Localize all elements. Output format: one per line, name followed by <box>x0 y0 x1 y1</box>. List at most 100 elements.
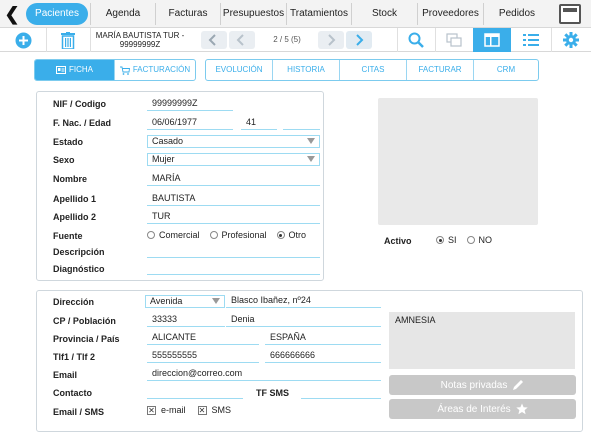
tab-facturar[interactable]: FACTURAR <box>407 60 474 80</box>
list-view-button[interactable] <box>511 28 551 52</box>
email-field[interactable]: direccion@correo.com <box>147 367 381 381</box>
record-name-line1: MARÍA BAUTISTA TUR - <box>95 31 185 40</box>
birthdate-field[interactable]: 06/06/1977 <box>147 116 233 130</box>
pencil-icon <box>513 380 524 390</box>
record-name: MARÍA BAUTISTA TUR - 99999999Z <box>90 31 190 49</box>
tab-stock[interactable]: Stock <box>352 3 418 25</box>
tab-pedidos[interactable]: Pedidos <box>484 3 550 25</box>
activo-radio-no[interactable] <box>466 236 475 244</box>
tlf2-field[interactable]: 666666666 <box>265 349 381 363</box>
fuente-option-comercial: Comercial <box>159 230 200 240</box>
tab-historia[interactable]: HISTORIA <box>273 60 340 80</box>
tab-crm[interactable]: CRM <box>474 60 538 80</box>
fuente-radio-profesional[interactable] <box>209 231 218 239</box>
fuente-radio-otro[interactable] <box>276 231 285 239</box>
settings-button[interactable] <box>551 28 591 52</box>
age-extra-field[interactable] <box>283 116 320 130</box>
private-notes-button[interactable]: Notas privadas <box>389 375 576 395</box>
last-record-button[interactable] <box>346 31 372 49</box>
apellido1-field[interactable]: BAUTISTA <box>147 192 320 206</box>
patient-photo[interactable] <box>378 98 538 225</box>
contacto-label: Contacto <box>53 388 92 398</box>
first-record-button[interactable] <box>201 31 227 49</box>
private-notes-label: Notas privadas <box>440 379 508 391</box>
provincia-label: Provincia / País <box>53 334 120 344</box>
tfsms-field[interactable] <box>301 385 381 399</box>
sexo-label: Sexo <box>53 155 75 165</box>
chevron-down-icon <box>212 298 220 304</box>
toolbar: MARÍA BAUTISTA TUR - 99999999Z 2 / 5 (5) <box>0 28 591 52</box>
sms-checkbox[interactable]: ✕ <box>197 405 207 415</box>
diagnostico-label: Diagnóstico <box>53 264 105 274</box>
tab-tratamientos[interactable]: Tratamientos <box>287 3 352 25</box>
estado-select[interactable]: Casado <box>147 135 320 148</box>
id-card-icon <box>56 66 66 74</box>
list-icon <box>523 34 539 46</box>
section-tabs: EVOLUCIÓN HISTORIA CITAS FACTURAR CRM <box>205 59 539 81</box>
activo-radio-group: SI NO <box>436 235 492 245</box>
fuente-radio-group: Comercial Profesional Otro <box>147 230 306 240</box>
nombre-label: Nombre <box>53 174 88 184</box>
prev-record-button[interactable] <box>229 31 255 49</box>
apellido2-field[interactable]: TUR <box>147 210 320 224</box>
form-view-icon <box>484 33 500 47</box>
areas-interest-button[interactable]: Áreas de Interés <box>389 399 576 419</box>
cp-label: CP / Población <box>53 316 116 326</box>
sexo-value: Mujer <box>152 154 175 164</box>
emailsms-label: Email / SMS <box>53 407 105 417</box>
form-view-button[interactable] <box>473 28 511 52</box>
email-checkbox[interactable]: ✕ <box>147 405 156 415</box>
tlf1-field[interactable]: 555555555 <box>147 349 259 363</box>
back-arrow-icon[interactable]: ❮ <box>2 3 22 25</box>
tab-pacientes[interactable]: Pacientes <box>26 3 88 25</box>
next-record-button[interactable] <box>318 31 344 49</box>
tfsms-label: TF SMS <box>256 388 289 398</box>
apellido2-label: Apellido 2 <box>53 212 97 222</box>
tab-facturas[interactable]: Facturas <box>156 3 221 25</box>
duplicate-button[interactable] <box>435 28 473 52</box>
sms-check-label: SMS <box>211 405 232 415</box>
tab-evolucion[interactable]: EVOLUCIÓN <box>206 60 273 80</box>
tab-proveedores[interactable]: Proveedores <box>418 3 484 25</box>
tab-facturacion[interactable]: FACTURACIÓN <box>115 60 195 80</box>
pais-field[interactable]: ESPAÑA <box>265 331 381 345</box>
email-label: Email <box>53 370 78 380</box>
record-name-line2: 99999999Z <box>119 40 161 49</box>
fuente-option-profesional: Profesional <box>221 230 267 240</box>
age-field[interactable]: 41 <box>241 116 277 130</box>
tab-ficha[interactable]: FICHA <box>35 60 115 80</box>
poblacion-field[interactable]: Denia <box>226 313 381 327</box>
contacto-field[interactable] <box>147 385 243 399</box>
diagnostico-field[interactable] <box>147 261 320 275</box>
plus-circle-icon <box>15 32 31 48</box>
nombre-field[interactable]: MARÍA <box>147 172 320 186</box>
window-icon[interactable] <box>559 4 581 24</box>
descripcion-field[interactable] <box>147 244 320 258</box>
areas-interest-label: Áreas de Interés <box>437 403 511 415</box>
cp-field[interactable]: 33333 <box>147 313 225 327</box>
activo-label: Activo <box>384 236 412 246</box>
tab-presupuestos[interactable]: Presupuestos <box>221 3 287 25</box>
chevron-down-icon <box>307 138 315 144</box>
fuente-radio-comercial[interactable] <box>147 231 155 239</box>
contact-prefs: ✕ e-mail ✕ SMS <box>147 405 231 415</box>
nif-field[interactable]: 99999999Z <box>147 97 233 111</box>
notes-area[interactable]: AMNESIA <box>389 312 575 369</box>
direccion-label: Dirección <box>53 297 95 307</box>
delete-button[interactable] <box>46 28 90 52</box>
fuente-label: Fuente <box>53 231 83 241</box>
add-button[interactable] <box>0 28 46 52</box>
tab-citas[interactable]: CITAS <box>340 60 407 80</box>
duplicate-icon <box>446 33 462 47</box>
search-button[interactable] <box>397 28 435 52</box>
gear-icon <box>563 32 579 48</box>
tab-agenda[interactable]: Agenda <box>90 3 156 25</box>
apellido1-label: Apellido 1 <box>53 194 97 204</box>
via-type-select[interactable]: Avenida <box>145 295 225 308</box>
fnac-label: F. Nac. / Edad <box>53 118 112 128</box>
street-field[interactable]: Blasco Ibañez, nº24 <box>226 294 381 308</box>
provincia-field[interactable]: ALICANTE <box>147 331 259 345</box>
activo-radio-si[interactable] <box>436 236 444 244</box>
sexo-select[interactable]: Mujer <box>147 153 320 166</box>
trash-icon <box>61 31 75 49</box>
